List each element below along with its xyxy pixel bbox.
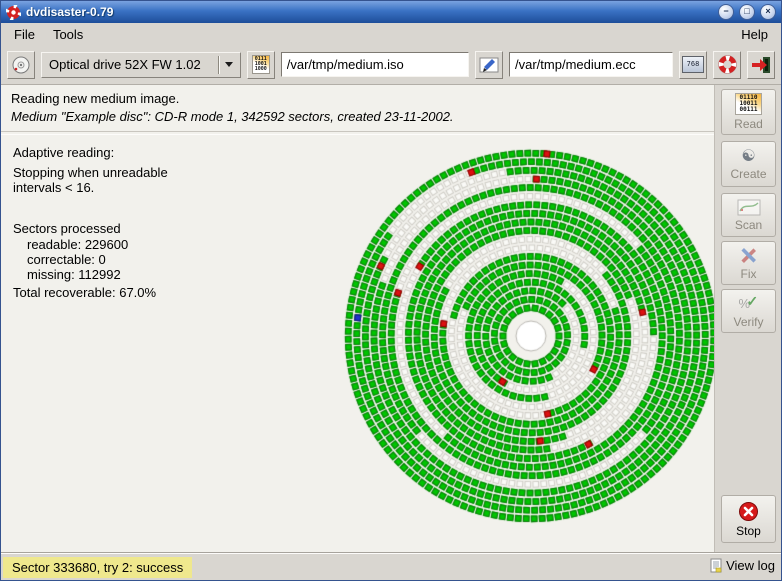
sectors-correctable-value: correctable: 0: [27, 252, 106, 267]
titlebar[interactable]: dvdisaster-0.79 − □ ×: [1, 1, 781, 23]
menu-help[interactable]: Help: [732, 25, 777, 44]
preferences-icon: 768: [682, 56, 704, 73]
scan-icon: [737, 199, 761, 216]
stopping-condition-line2: intervals < 16.: [13, 180, 94, 195]
verify-icon: % ✓: [738, 294, 760, 313]
scan-button[interactable]: Scan: [721, 193, 776, 237]
image-file-icon: 0111 1001 1000: [252, 55, 270, 74]
toolbar: Optical drive 52X FW 1.02 0111 1001 1000: [1, 45, 781, 85]
read-button-label: Read: [734, 117, 763, 131]
iso-path-input[interactable]: [281, 52, 469, 77]
read-button[interactable]: 01110 10011 00111 Read: [721, 89, 776, 135]
stop-button[interactable]: Stop: [721, 495, 776, 543]
ecc-path-input[interactable]: [509, 52, 673, 77]
main-panel: Reading new medium image. Medium "Exampl…: [1, 85, 715, 553]
stopping-condition-line1: Stopping when unreadable: [13, 165, 168, 180]
scan-button-label: Scan: [735, 218, 762, 232]
action-sidebar: 01110 10011 00111 Read ☯ Create Scan: [715, 85, 782, 553]
drive-icon: [11, 55, 31, 75]
status-line-primary: Reading new medium image.: [11, 91, 179, 106]
adaptive-reading-title: Adaptive reading:: [13, 145, 114, 160]
exit-arrow-icon: [751, 56, 771, 74]
window-title: dvdisaster-0.79: [26, 5, 713, 19]
menu-tools[interactable]: Tools: [44, 25, 92, 44]
status-message: Sector 333680, try 2: success: [3, 557, 192, 578]
total-recoverable-value: Total recoverable: 67.0%: [13, 285, 156, 300]
drive-select-button[interactable]: [7, 51, 35, 79]
log-file-icon: [710, 558, 722, 573]
stop-button-label: Stop: [736, 524, 761, 538]
statusbar: Sector 333680, try 2: success View log: [1, 553, 781, 580]
iso-file-button[interactable]: 0111 1001 1000: [247, 51, 275, 79]
read-icon: 01110 10011 00111: [735, 93, 761, 115]
view-log-label: View log: [726, 558, 775, 573]
fix-button[interactable]: Fix: [721, 241, 776, 285]
app-window: dvdisaster-0.79 − □ × File Tools Help Op…: [0, 0, 782, 581]
minimize-button[interactable]: −: [718, 4, 734, 20]
lifesaver-icon: [718, 55, 737, 74]
menubar: File Tools Help: [1, 23, 781, 45]
create-icon: ☯: [741, 148, 755, 165]
sectors-processed-title: Sectors processed: [13, 221, 121, 236]
fix-button-label: Fix: [741, 267, 757, 281]
medium-spiral-visualization: [326, 131, 715, 541]
app-icon: [6, 5, 21, 20]
drive-combo[interactable]: Optical drive 52X FW 1.02: [41, 52, 241, 78]
create-button[interactable]: ☯ Create: [721, 141, 776, 187]
create-button-label: Create: [730, 167, 766, 181]
stop-icon: [738, 501, 759, 522]
drive-combo-value: Optical drive 52X FW 1.02: [49, 57, 201, 72]
menu-file[interactable]: File: [5, 25, 44, 44]
verify-button-label: Verify: [733, 315, 763, 329]
combo-separator: [218, 56, 219, 74]
chevron-down-icon: [225, 62, 233, 67]
fix-tools-icon: [738, 246, 759, 265]
verify-button[interactable]: % ✓ Verify: [721, 289, 776, 333]
ecc-file-icon: [479, 57, 499, 73]
ecc-file-button[interactable]: [475, 51, 503, 79]
quit-button[interactable]: [747, 51, 775, 79]
sectors-missing-value: missing: 112992: [27, 267, 121, 282]
maximize-button[interactable]: □: [739, 4, 755, 20]
sectors-readable-value: readable: 229600: [27, 237, 128, 252]
help-button[interactable]: [713, 51, 741, 79]
preferences-button[interactable]: 768: [679, 51, 707, 79]
close-button[interactable]: ×: [760, 4, 776, 20]
view-log-button[interactable]: View log: [710, 558, 775, 573]
status-line-medium-info: Medium "Example disc": CD-R mode 1, 3425…: [11, 109, 454, 124]
